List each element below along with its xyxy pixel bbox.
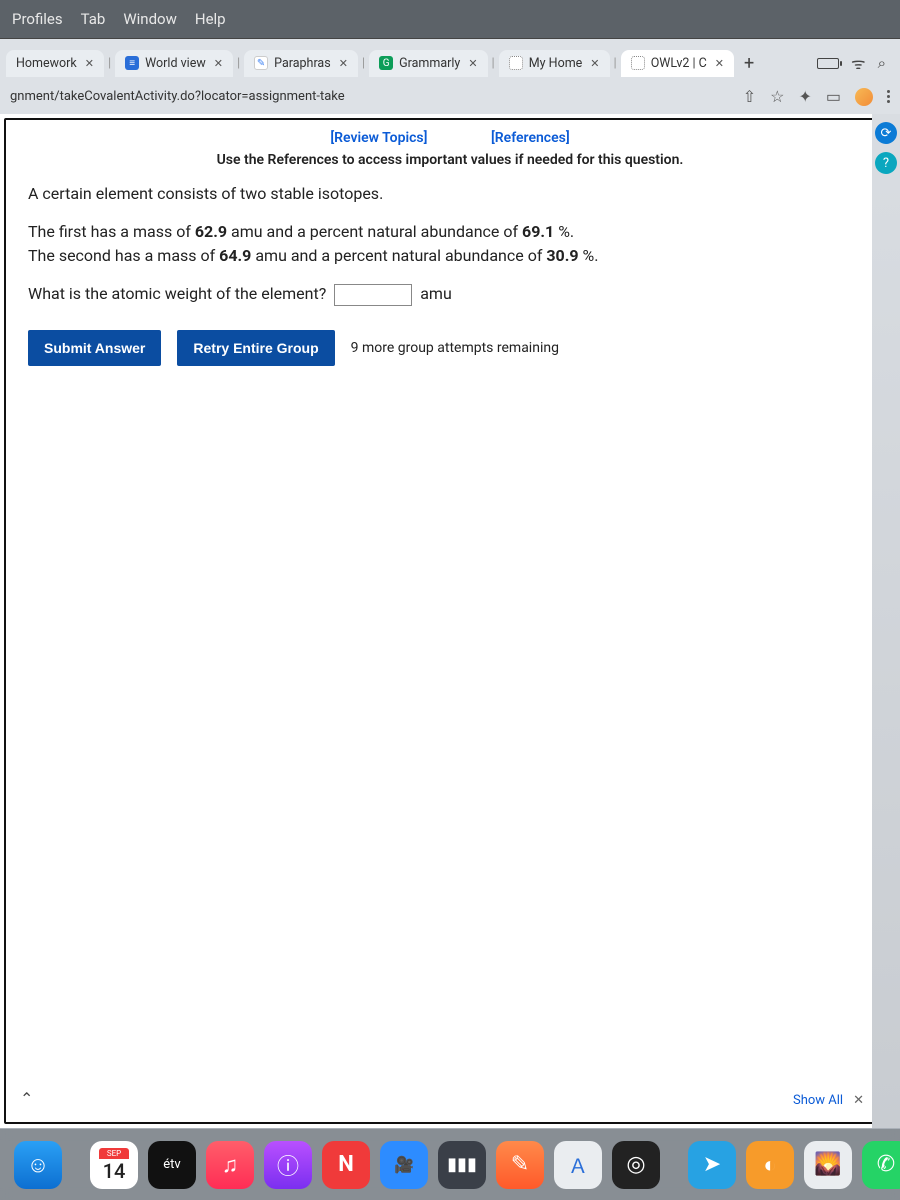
system-tray: ᯤ ⌕ [817, 52, 894, 74]
tab-label: World view [145, 56, 206, 71]
tab-separator: | [490, 56, 497, 71]
side-panel: ⟳ ? [872, 114, 900, 1128]
page-content: [Review Topics] [References] Use the Ref… [0, 114, 900, 1128]
wifi-icon: ᯤ [851, 52, 866, 74]
close-icon[interactable]: ✕ [853, 1093, 864, 1108]
close-icon[interactable]: ✕ [590, 57, 599, 70]
unit-label: amu [420, 284, 452, 303]
favicon-icon: ✦ [631, 56, 645, 70]
tab-paraphras[interactable]: ✎ Paraphras ✕ [244, 50, 358, 77]
question-prompt: What is the atomic weight of the element… [28, 282, 872, 306]
music-icon[interactable]: ♫ [206, 1141, 254, 1189]
refresh-icon[interactable]: ⟳ [875, 122, 897, 144]
tab-grammarly[interactable]: G Grammarly ✕ [369, 50, 487, 77]
answer-input[interactable] [334, 284, 412, 306]
app-orange-icon[interactable]: ◐ [746, 1141, 794, 1189]
tab-strip: Homework ✕ | ≡ World view ✕ | ✎ Paraphra… [0, 45, 900, 81]
appletv-icon[interactable]: étv [148, 1141, 196, 1189]
close-icon[interactable]: ✕ [715, 57, 724, 70]
menu-profiles[interactable]: Profiles [12, 10, 63, 28]
close-icon[interactable]: ✕ [468, 57, 477, 70]
chevron-up-icon[interactable]: ⌃ [20, 1089, 33, 1108]
tab-worldview[interactable]: ≡ World view ✕ [115, 50, 233, 77]
close-icon[interactable]: ✕ [214, 57, 223, 70]
finder-icon[interactable]: ☺ [14, 1141, 62, 1189]
tab-label: Grammarly [399, 56, 460, 71]
show-all-link[interactable]: Show All ✕ [793, 1093, 864, 1108]
close-icon[interactable]: ✕ [339, 57, 348, 70]
tab-label: Homework [16, 56, 77, 71]
menu-icon[interactable] [887, 90, 890, 103]
toolbar-icons: ⇧ ☆ ✦ ▭ [743, 87, 890, 106]
appstore-icon[interactable]: Ａ [554, 1141, 602, 1189]
favicon-icon: ✎ [254, 56, 268, 70]
telegram-icon[interactable]: ➤ [688, 1141, 736, 1189]
battery-icon [817, 58, 839, 69]
stats-icon[interactable]: ▮▮▮ [438, 1141, 486, 1189]
tab-separator: | [360, 56, 367, 71]
url-text[interactable]: gnment/takeCovalentActivity.do?locator=a… [10, 89, 345, 104]
app-dark-icon[interactable]: ◎ [612, 1141, 660, 1189]
isotope-1: The first has a mass of 62.9 amu and a p… [28, 220, 872, 268]
tab-separator: | [106, 56, 113, 71]
address-bar: gnment/takeCovalentActivity.do?locator=a… [0, 81, 900, 114]
button-row: Submit Answer Retry Entire Group 9 more … [6, 320, 894, 386]
whatsapp-icon[interactable]: ✆ [862, 1141, 900, 1189]
tab-label: OWLv2 | C [651, 56, 707, 71]
favicon-icon: ≡ [125, 56, 139, 70]
question-intro: A certain element consists of two stable… [28, 182, 872, 206]
photos-icon[interactable]: 🌄 [804, 1141, 852, 1189]
browser-chrome: Homework ✕ | ≡ World view ✕ | ✎ Paraphra… [0, 39, 900, 114]
menu-window[interactable]: Window [123, 10, 177, 28]
share-icon[interactable]: ⇧ [743, 87, 756, 106]
close-icon[interactable]: ✕ [85, 57, 94, 70]
top-links: [Review Topics] [References] [6, 120, 894, 150]
favicon-icon: G [379, 56, 393, 70]
tab-homework[interactable]: Homework ✕ [6, 50, 104, 77]
edit-icon[interactable]: ✎ [496, 1141, 544, 1189]
help-icon[interactable]: ? [875, 152, 897, 174]
panel-icon[interactable]: ▭ [826, 87, 841, 106]
dock: ☺ SEP 14 étv ♫ ⓘ N 🎥 ▮▮▮ ✎ Ａ ◎ ➤ ◐ 🌄 ✆ W… [0, 1128, 900, 1200]
tab-separator: | [235, 56, 242, 71]
calendar-icon[interactable]: SEP 14 [90, 1141, 138, 1189]
extension-icon[interactable]: ✦ [798, 87, 811, 106]
retry-button[interactable]: Retry Entire Group [177, 330, 334, 366]
star-icon[interactable]: ☆ [770, 87, 784, 106]
tab-separator: | [612, 56, 619, 71]
submit-button[interactable]: Submit Answer [28, 330, 161, 366]
attempts-remaining: 9 more group attempts remaining [351, 340, 559, 356]
tab-myhome[interactable]: ✦ My Home ✕ [499, 50, 610, 77]
menubar: Profiles Tab Window Help [0, 0, 900, 39]
question-panel: [Review Topics] [References] Use the Ref… [4, 118, 896, 1124]
tab-owlv2[interactable]: ✦ OWLv2 | C ✕ [621, 50, 734, 77]
new-tab-button[interactable]: + [736, 53, 762, 74]
app-n-icon[interactable]: N [322, 1141, 370, 1189]
instruction-text: Use the References to access important v… [6, 150, 894, 182]
tab-label: My Home [529, 56, 583, 71]
question-text: A certain element consists of two stable… [6, 182, 894, 306]
search-icon[interactable]: ⌕ [878, 54, 886, 72]
menu-help[interactable]: Help [195, 10, 226, 28]
zoom-icon[interactable]: 🎥 [380, 1141, 428, 1189]
references-link[interactable]: [References] [491, 130, 570, 146]
menu-tab[interactable]: Tab [81, 10, 106, 28]
review-topics-link[interactable]: [Review Topics] [330, 130, 427, 146]
favicon-icon: ✦ [509, 56, 523, 70]
tab-label: Paraphras [274, 56, 331, 71]
avatar[interactable] [855, 88, 873, 106]
podcasts-icon[interactable]: ⓘ [264, 1141, 312, 1189]
